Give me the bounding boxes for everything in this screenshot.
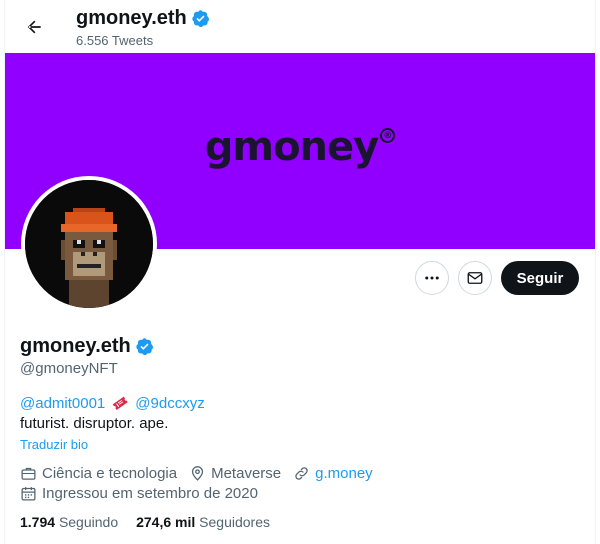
avatar-image: [25, 180, 153, 308]
arrow-left-icon: [27, 20, 41, 34]
joined-text: Ingressou em setembro de 2020: [42, 485, 258, 502]
follow-button[interactable]: Seguir: [501, 261, 579, 295]
following-count: 1.794: [20, 514, 56, 530]
banner-logo-text: gmoney: [204, 124, 379, 170]
bio-mention-link[interactable]: @9dccxyz: [135, 395, 204, 412]
profile-meta: Ciência e tecnologia Metaverse g.money: [20, 465, 385, 482]
more-button[interactable]: [415, 261, 449, 295]
bio-mentions: @admit0001 @9dccxyz: [20, 394, 205, 412]
bio-mention-link[interactable]: @admit0001: [20, 395, 105, 412]
mail-icon: [467, 272, 483, 284]
followers-count: 274,6 mil: [136, 514, 196, 530]
followers-stat[interactable]: 274,6 mil Seguidores: [136, 514, 270, 530]
category-text: Ciência e tecnologia: [42, 465, 178, 482]
banner-logo-mark: ®: [380, 128, 396, 143]
translate-bio-link[interactable]: Traduzir bio: [20, 437, 88, 452]
following-stat[interactable]: 1.794 Seguindo: [20, 514, 118, 530]
joined-date: Ingressou em setembro de 2020: [20, 485, 258, 502]
profile-page: gmoney.eth 6.556 Tweets gmoney ® Seguir …: [4, 0, 596, 544]
location-text: Metaverse: [211, 465, 282, 482]
display-name: gmoney.eth: [20, 335, 154, 358]
more-icon: [425, 276, 439, 280]
display-name-text: gmoney.eth: [20, 335, 131, 357]
location-pin-icon: [191, 466, 204, 481]
verified-badge-icon: [192, 10, 209, 28]
header-name-text: gmoney.eth: [76, 7, 187, 29]
following-label: Seguindo: [58, 514, 119, 530]
user-handle: @gmoneyNFT: [20, 360, 118, 377]
header-title: gmoney.eth: [76, 7, 210, 30]
website-item[interactable]: g.money: [293, 465, 373, 482]
message-button[interactable]: [458, 261, 492, 295]
ticket-icon: [113, 396, 128, 410]
tweet-count: 6.556 Tweets: [76, 33, 154, 48]
calendar-icon: [21, 487, 36, 501]
top-header: gmoney.eth 6.556 Tweets: [5, 0, 595, 53]
verified-badge-icon: [136, 338, 153, 356]
link-icon: [295, 467, 308, 480]
category-item: Ciência e tecnologia: [20, 465, 177, 482]
banner-logo: gmoney ®: [204, 124, 396, 170]
followers-label: Seguidores: [199, 514, 270, 530]
website-link[interactable]: g.money: [315, 465, 373, 482]
location-item: Metaverse: [189, 465, 281, 482]
bio-text: futurist. disruptor. ape.: [20, 415, 169, 432]
briefcase-icon: [21, 467, 36, 480]
ape-avatar-icon: [25, 180, 153, 308]
back-button[interactable]: [17, 10, 51, 44]
avatar[interactable]: [21, 176, 157, 312]
follow-stats: 1.794 Seguindo 274,6 mil Seguidores: [20, 514, 270, 530]
